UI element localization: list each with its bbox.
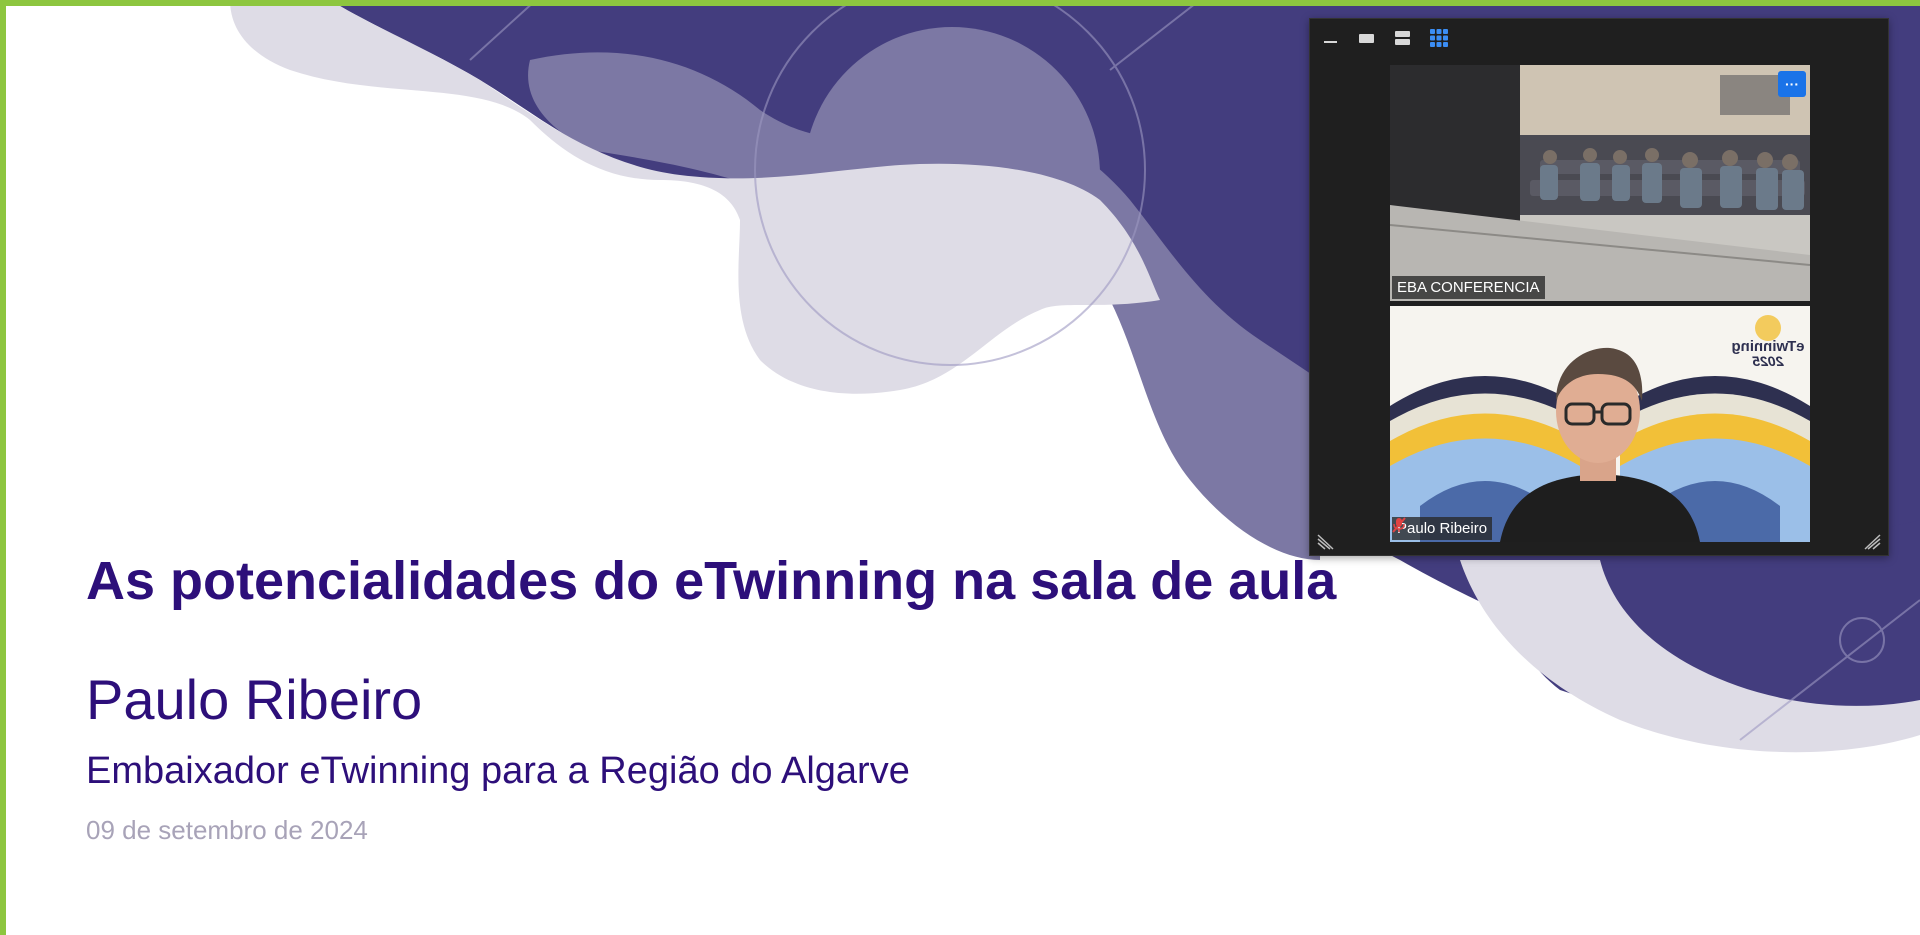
presenter-name: Paulo Ribeiro [86,668,423,731]
resize-grip-icon [1864,534,1881,550]
microphone-muted-icon [1392,517,1406,533]
video-meeting-panel[interactable]: ··· EBA CONFERENCIA eTwinning 2025 Paulo… [1309,18,1889,556]
svg-text:2025: 2025 [1752,353,1784,369]
participant-options-button[interactable]: ··· [1778,71,1806,97]
participant-video-tile[interactable]: ··· EBA CONFERENCIA [1390,65,1810,301]
minimize-icon [1324,41,1337,43]
slide-title: As potencialidades do eTwinning na sala … [86,551,1337,611]
participant-name: Paulo Ribeiro [1397,520,1488,537]
resize-handle-left[interactable] [1316,533,1334,551]
participant-name: EBA CONFERENCIA [1397,279,1540,296]
single-view-icon [1359,34,1374,43]
participant-name-label: Paulo Ribeiro [1392,517,1493,540]
resize-grip-icon [1317,534,1334,550]
participant-video-tile[interactable]: eTwinning 2025 Paulo Ribeiro [1390,306,1810,542]
resize-handle-right[interactable] [1864,533,1882,551]
speaker-video: eTwinning 2025 [1390,306,1810,542]
meeting-view-toolbar [1318,27,1452,49]
stacked-view-icon [1395,31,1410,45]
participant-name-label: EBA CONFERENCIA [1392,276,1545,299]
grid-view-icon [1430,29,1448,47]
presenter-role: Embaixador eTwinning para a Região do Al… [86,750,910,792]
minimize-button[interactable] [1318,27,1344,49]
single-view-button[interactable] [1354,27,1380,49]
presentation-date: 09 de setembro de 2024 [86,815,368,845]
conference-room-video [1390,65,1810,301]
stacked-view-button[interactable] [1390,27,1416,49]
grid-view-button[interactable] [1426,27,1452,49]
